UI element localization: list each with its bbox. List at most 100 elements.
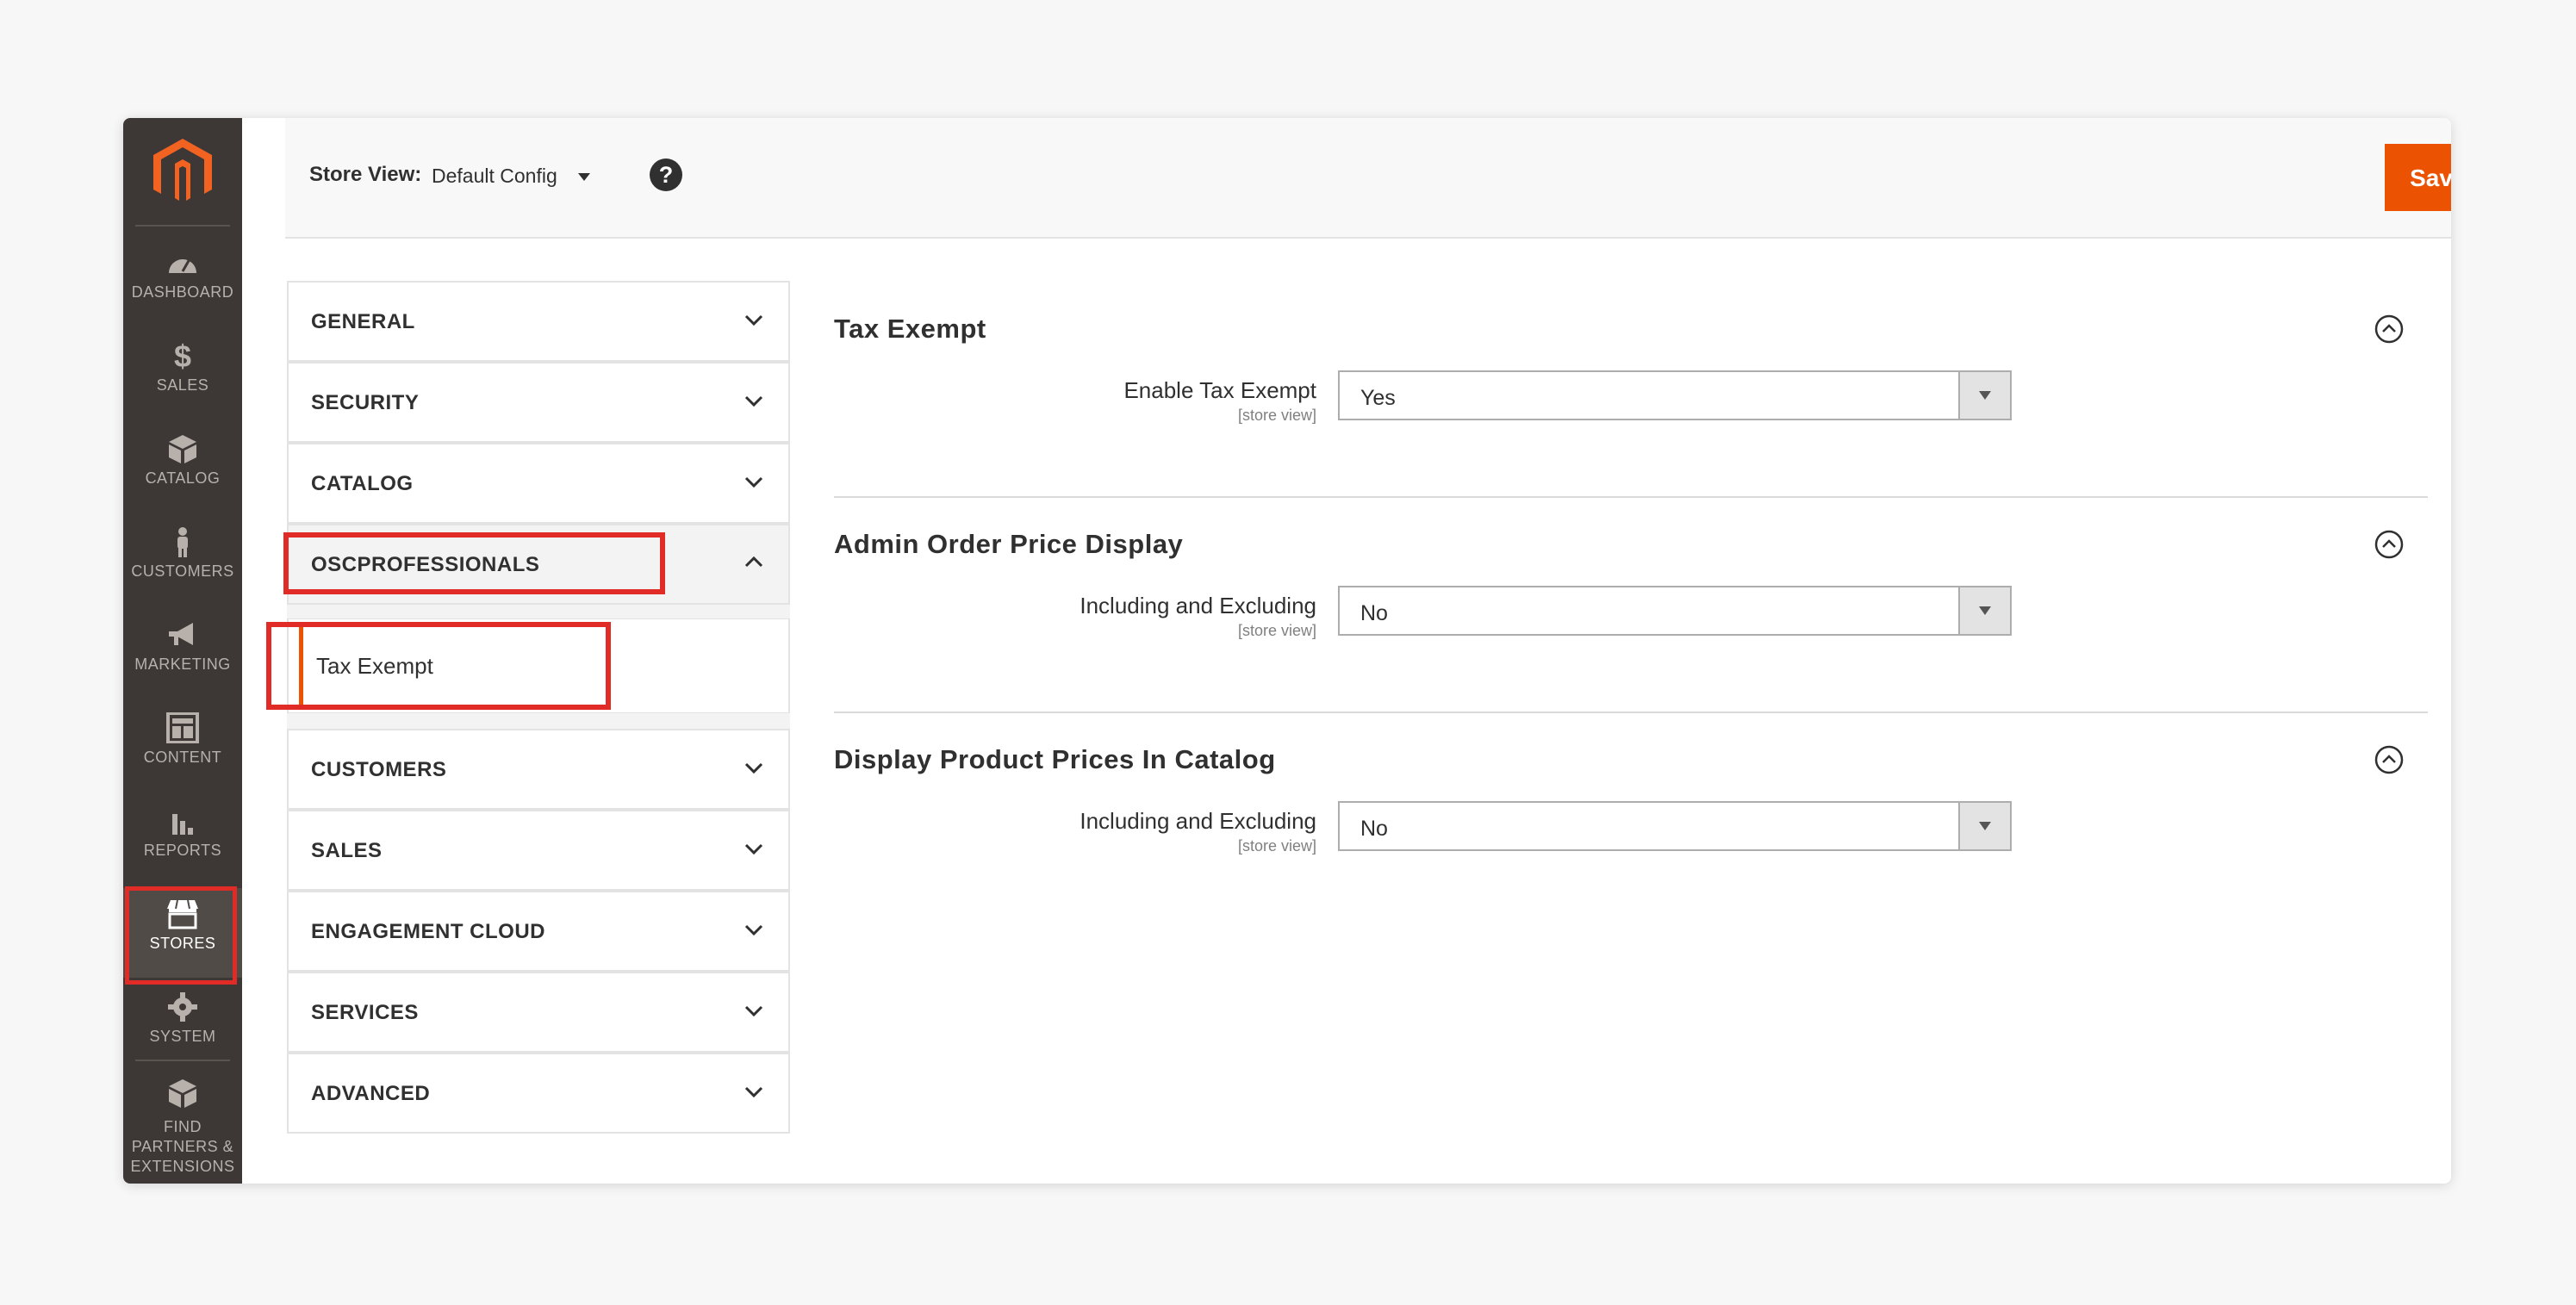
sidebar-item-reports[interactable]: REPORTS [123,795,242,885]
sub-item-tax-exempt[interactable]: Tax Exempt [266,622,611,710]
gear-icon [168,992,197,1022]
partners-box-icon [169,1079,196,1108]
store-view-dropdown[interactable]: Default Config [432,165,557,188]
tax-exempt-highlight-box [266,622,611,710]
sidebar-item-content[interactable]: CONTENT [123,702,242,792]
sidebar-item-label: FIND PARTNERS & EXTENSIONS [123,1117,242,1177]
store-view-scope: [store view] [1237,407,1316,424]
chevron-down-icon [744,843,763,855]
sidebar-item-label: CUSTOMERS [131,562,234,580]
section-title[interactable]: Tax Exempt [834,314,986,345]
caret-down-icon[interactable] [578,173,590,181]
sidebar-item-system[interactable]: SYSTEM [123,981,242,1071]
sidebar-item-label: CATALOG [145,469,221,487]
enable-tax-exempt-select[interactable]: Yes [1338,370,2012,420]
tab-label: ENGAGEMENT CLOUD [311,920,545,943]
stores-highlight-box [125,886,237,985]
dashboard-icon [169,258,196,273]
tab-sales[interactable]: SALES [287,810,790,891]
section-display-product-prices: Display Product Prices In Catalog Includ… [834,712,2428,927]
admin-window: DASHBOARD $ SALES CATALOG CUSTOMERS MARK… [123,118,2451,1184]
store-view-scope: [store view] [1237,837,1316,854]
sidebar-item-dashboard[interactable]: DASHBOARD [123,237,242,326]
tab-advanced[interactable]: ADVANCED [287,1053,790,1134]
partners-line-3: EXTENSIONS [130,1158,235,1175]
select-value: Yes [1360,386,1396,410]
tab-label: SECURITY [311,391,420,414]
collapse-icon[interactable] [2374,744,2405,775]
admin-sidebar: DASHBOARD $ SALES CATALOG CUSTOMERS MARK… [123,118,242,1184]
collapse-icon[interactable] [2374,529,2405,560]
sidebar-item-catalog[interactable]: CATALOG [123,423,242,513]
sidebar-item-label: REPORTS [143,842,222,859]
section-divider [834,496,2428,498]
dollar-icon: $ [174,340,191,371]
chevron-down-icon [744,924,763,936]
sidebar-item-label: MARKETING [134,656,231,673]
store-view-label: Store View: [309,163,422,186]
megaphone-icon [169,623,193,645]
catalog-price-display-select[interactable]: No [1338,801,2012,851]
partners-line-1: FIND [164,1118,202,1135]
section-tax-exempt: Tax Exempt Enable Tax Exempt [store view… [834,281,2428,496]
section-title[interactable]: Admin Order Price Display [834,529,1183,560]
section-admin-order-price-display: Admin Order Price Display Including and … [834,496,2428,712]
tab-label: SERVICES [311,1001,419,1024]
select-value: No [1360,601,1388,625]
tab-oscprofessionals[interactable]: OSCPROFESSIONALS [283,524,790,605]
chevron-down-icon [744,1005,763,1017]
bar-chart-icon [172,814,193,835]
including-excluding-label: Including and Excluding [1080,593,1316,618]
tab-label: CUSTOMERS [311,758,447,781]
tab-label: CATALOG [311,472,414,495]
section-title[interactable]: Display Product Prices In Catalog [834,744,1276,775]
select-arrow-icon[interactable] [1958,372,2010,419]
tab-label: GENERAL [311,310,415,333]
sidebar-item-marketing[interactable]: MARKETING [123,609,242,699]
tab-customers[interactable]: CUSTOMERS [287,729,790,810]
chevron-down-icon [744,762,763,774]
select-arrow-icon[interactable] [1958,803,2010,849]
chevron-down-icon [744,1086,763,1098]
partners-line-2: PARTNERS & [131,1138,234,1155]
tab-engagement-cloud[interactable]: ENGAGEMENT CLOUD [287,891,790,972]
section-divider [834,712,2428,713]
subpanel-bottom-bar [287,712,790,730]
tab-label: ADVANCED [311,1082,431,1105]
chevron-down-icon [744,395,763,407]
person-icon [177,527,188,557]
store-view-scope: [store view] [1237,622,1316,639]
sidebar-item-label: SYSTEM [149,1028,216,1045]
sidebar-item-customers[interactable]: CUSTOMERS [123,516,242,606]
svg-text:$: $ [174,340,191,371]
logo-divider [135,225,230,227]
page-actions-bar: Store View: Default Config ? Save Config [285,118,2451,239]
sidebar-item-label: DASHBOARD [131,283,234,301]
oscprofessionals-subpanel: Tax Exempt [266,605,790,730]
tab-catalog[interactable]: CATALOG [287,443,790,524]
save-config-button[interactable]: Save Config [2385,144,2451,211]
layout-icon [166,712,199,743]
tab-security[interactable]: SECURITY [287,362,790,443]
chevron-down-icon [744,476,763,488]
select-value: No [1360,817,1388,841]
sidebar-divider [135,1060,230,1061]
oscprofessionals-highlight-box [283,532,665,594]
select-arrow-icon[interactable] [1958,587,2010,634]
box-icon [169,435,196,463]
tab-general[interactable]: GENERAL [287,281,790,362]
help-icon[interactable]: ? [650,158,682,191]
sidebar-item-sales[interactable]: $ SALES [123,330,242,419]
chevron-down-icon [744,314,763,326]
tab-services[interactable]: SERVICES [287,972,790,1053]
sidebar-item-stores[interactable]: STORES [123,886,242,985]
tab-label: SALES [311,839,383,862]
admin-order-price-select[interactable]: No [1338,586,2012,636]
including-excluding-label: Including and Excluding [1080,808,1316,834]
magento-logo-icon[interactable] [146,135,219,208]
sidebar-item-label: CONTENT [143,749,222,766]
sidebar-item-partners[interactable]: FIND PARTNERS & EXTENSIONS [123,1072,242,1184]
subpanel-top-bar [287,605,790,619]
enable-tax-exempt-label: Enable Tax Exempt [1123,377,1316,403]
collapse-icon[interactable] [2374,314,2405,345]
